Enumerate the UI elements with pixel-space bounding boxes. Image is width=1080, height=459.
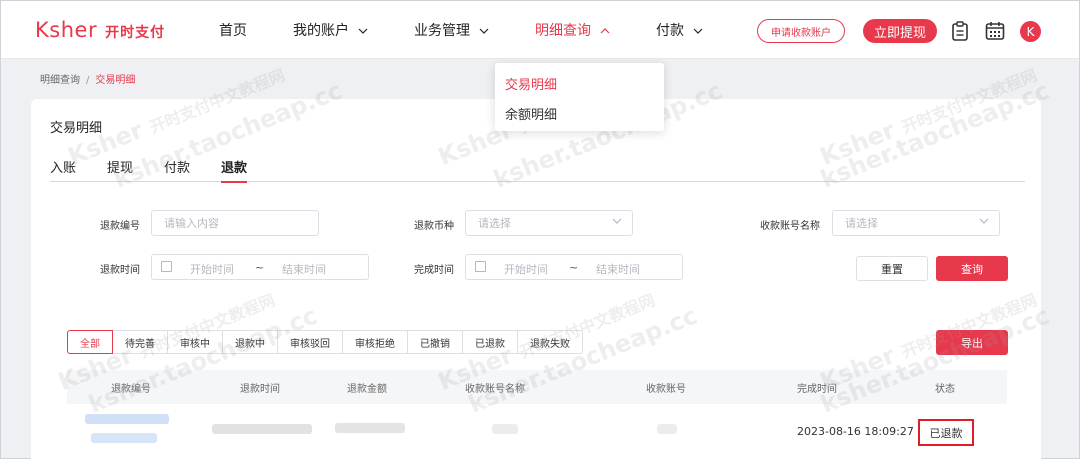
reset-button[interactable]: 重置 — [856, 256, 928, 281]
main-nav: 首页 我的账户 业务管理 明细查询 付款 — [219, 1, 749, 59]
refund-currency-select[interactable]: 请选择 — [465, 210, 633, 236]
status-filter-tabs: 全部 待完善 审核中 退款中 审核驳回 审核拒绝 已撤销 已退款 退款失败 — [67, 330, 583, 354]
status-tab-refunding[interactable]: 退款中 — [223, 330, 278, 354]
finish-time-cell: 2023-08-16 18:09:27 — [797, 425, 914, 438]
range-separator: ~ — [255, 261, 265, 274]
calendar-icon[interactable] — [984, 20, 1006, 42]
refund-time-start: 开始时间 — [190, 263, 234, 276]
nav-item-label: 业务管理 — [414, 23, 470, 39]
ksher-logo[interactable]: Ksher 开时支付 — [35, 20, 165, 42]
nav-item-payment[interactable]: 付款 — [656, 1, 703, 59]
chevron-down-icon — [612, 216, 622, 227]
status-tab-review-rejected[interactable]: 审核拒绝 — [343, 330, 408, 354]
status-tab-under-review[interactable]: 审核中 — [168, 330, 223, 354]
user-avatar[interactable]: K — [1020, 21, 1041, 42]
refund-time-range[interactable]: 开始时间 ~ 结束时间 — [151, 254, 369, 280]
finish-time-label: 完成时间 — [414, 265, 454, 276]
redacted-refund-time — [212, 424, 312, 434]
refund-no-input[interactable]: 请输入内容 — [151, 210, 319, 236]
calendar-icon — [161, 261, 172, 272]
range-separator: ~ — [569, 261, 579, 274]
status-tab-pending-completion[interactable]: 待完善 — [113, 330, 168, 354]
withdraw-now-button[interactable]: 立即提现 — [863, 19, 937, 43]
status-badge: 已退款 — [918, 419, 974, 446]
refund-time-label: 退款时间 — [100, 265, 140, 276]
nav-item-label: 明细查询 — [535, 23, 591, 39]
chevron-down-icon — [979, 216, 989, 227]
logo-mark: Ksher — [35, 18, 98, 42]
export-button[interactable]: 导出 — [936, 330, 1008, 355]
status-tab-refunded[interactable]: 已退款 — [463, 330, 518, 354]
nav-item-label: 首页 — [219, 23, 247, 39]
tab-refund[interactable]: 退款 — [221, 157, 248, 183]
refund-currency-label: 退款币种 — [414, 221, 454, 232]
nav-item-label: 付款 — [656, 23, 684, 39]
calendar-icon — [475, 261, 486, 272]
refund-time-end: 结束时间 — [282, 263, 326, 276]
refund-currency-placeholder: 请选择 — [478, 217, 511, 230]
breadcrumb-current: 交易明细 — [95, 75, 136, 86]
chevron-down-icon — [479, 24, 489, 37]
account-name-placeholder: 请选择 — [845, 217, 878, 230]
finish-time-range[interactable]: 开始时间 ~ 结束时间 — [465, 254, 683, 280]
account-name-label: 收款账号名称 — [760, 221, 820, 232]
column-header-refund-no: 退款编号 — [111, 384, 151, 395]
finish-time-start: 开始时间 — [504, 263, 548, 276]
column-header-status: 状态 — [935, 384, 955, 395]
table-row[interactable]: 2023-08-16 18:09:27 已退款 — [67, 404, 1007, 459]
column-header-refund-time: 退款时间 — [240, 384, 280, 395]
detail-tabs: 入账 提现 付款 退款 — [50, 157, 1025, 183]
redacted-account-name — [492, 424, 518, 434]
redacted-refund-no — [85, 414, 169, 424]
column-header-account-no: 收款账号 — [646, 384, 686, 395]
status-tab-review-returned[interactable]: 审核驳回 — [278, 330, 343, 354]
status-tab-all[interactable]: 全部 — [67, 330, 113, 354]
tab-payment[interactable]: 付款 — [164, 157, 190, 176]
status-tab-refund-failed[interactable]: 退款失败 — [518, 330, 583, 354]
refund-no-placeholder: 请输入内容 — [164, 217, 219, 230]
chevron-down-icon — [358, 24, 368, 37]
nav-item-my-account[interactable]: 我的账户 — [293, 1, 368, 59]
transaction-detail-card: 交易明细 入账 提现 付款 退款 退款编号 请输入内容 退款币种 请选择 收款账… — [31, 99, 1041, 459]
redacted-account-no — [657, 424, 677, 434]
nav-item-home[interactable]: 首页 — [219, 1, 247, 59]
redacted-refund-amount — [335, 423, 405, 433]
status-tab-cancelled[interactable]: 已撤销 — [408, 330, 463, 354]
logo-subtitle: 开时支付 — [105, 25, 166, 41]
column-header-finish-time: 完成时间 — [797, 384, 837, 395]
chevron-up-icon — [600, 24, 610, 37]
account-name-select[interactable]: 请选择 — [832, 210, 1000, 236]
breadcrumb-parent[interactable]: 明细查询 — [40, 75, 80, 86]
breadcrumb-separator: / — [86, 75, 90, 86]
query-button[interactable]: 查询 — [936, 256, 1008, 281]
chevron-down-icon — [693, 24, 703, 37]
menu-item-transaction-detail[interactable]: 交易明细 — [505, 74, 557, 93]
nav-item-label: 我的账户 — [293, 23, 349, 39]
column-header-account-name: 收款账号名称 — [465, 384, 525, 395]
top-navigation-bar: Ksher 开时支付 首页 我的账户 业务管理 明细查询 付款 申请收款账户 立… — [1, 1, 1079, 59]
page-title: 交易明细 — [50, 121, 103, 136]
clipboard-icon[interactable] — [949, 20, 971, 42]
apply-account-button[interactable]: 申请收款账户 — [757, 19, 845, 43]
refund-no-label: 退款编号 — [100, 221, 140, 232]
breadcrumb: 明细查询 / 交易明细 — [40, 71, 135, 86]
redacted-refund-no — [91, 433, 157, 443]
column-header-refund-amount: 退款金额 — [347, 384, 387, 395]
nav-item-business-management[interactable]: 业务管理 — [414, 1, 489, 59]
tab-incoming[interactable]: 入账 — [50, 157, 76, 176]
tab-withdrawal[interactable]: 提现 — [107, 157, 133, 176]
menu-item-balance-detail[interactable]: 余额明细 — [505, 104, 557, 123]
detail-query-dropdown: 交易明细 余额明细 — [495, 63, 664, 131]
finish-time-end: 结束时间 — [596, 263, 640, 276]
table-header: 退款编号 退款时间 退款金额 收款账号名称 收款账号 完成时间 状态 — [67, 370, 1007, 404]
nav-item-detail-query[interactable]: 明细查询 — [535, 1, 610, 59]
